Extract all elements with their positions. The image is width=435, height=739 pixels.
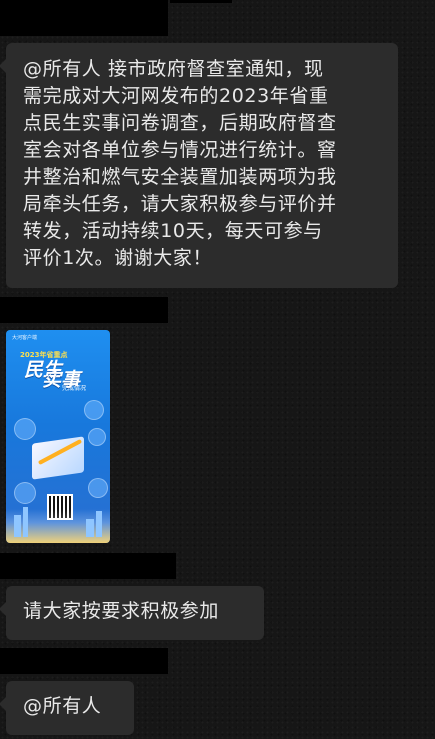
message-line: 转发，活动持续10天，每天可参与 (23, 220, 323, 242)
poster-bubble-graphic (88, 428, 106, 446)
message-line: 室会对各单位参与情况进行统计。窨 (23, 139, 337, 161)
message-bubble[interactable]: @所有人 接市政府督查室通知，现 需完成对大河网发布的2023年省重 点民生实事… (0, 43, 398, 288)
message-line: 评价1次。谢谢大家！ (23, 247, 213, 269)
message-line: 需完成对大河网发布的2023年省重 (23, 85, 329, 107)
poster-bubble-graphic (14, 418, 36, 440)
message-bubble[interactable]: @所有人 (0, 681, 134, 735)
poster-brand: 大河客户端 (12, 335, 38, 341)
poster-bubble-graphic (88, 478, 108, 498)
message-line: 点民生实事问卷调查，后期政府督查 (23, 112, 337, 134)
redacted-sender-name (0, 297, 168, 323)
message-line: @所有人 接市政府督查室通知，现 (23, 58, 324, 80)
redacted-header (170, 0, 232, 3)
redacted-sender-name (0, 0, 168, 36)
poster-city-skyline (6, 509, 110, 543)
message-line: 局牵头任务，请大家积极参与评价并 (23, 193, 337, 215)
poster-building (23, 507, 28, 537)
poster-bubble-graphic (84, 400, 104, 420)
poster-building (86, 519, 94, 537)
chat-screen: @所有人 接市政府督查室通知，现 需完成对大河网发布的2023年省重 点民生实事… (0, 0, 435, 739)
message-bubble[interactable]: 请大家按要求积极参加 (0, 586, 264, 640)
message-text: 请大家按要求积极参加 (23, 600, 220, 622)
poster-building (14, 515, 21, 537)
redacted-sender-name (0, 648, 168, 674)
poster-building (96, 511, 102, 537)
poster-bubble-graphic (14, 482, 36, 504)
image-message-poster[interactable]: 大河客户端 2023年省重点 民生 实事 完成情况 (6, 330, 110, 543)
message-text: @所有人 (23, 695, 102, 717)
message-line: 井整治和燃气安全装置加装两项为我 (23, 166, 337, 188)
redacted-sender-name (0, 553, 176, 579)
poster-subtitle: 完成情况 (62, 385, 87, 392)
